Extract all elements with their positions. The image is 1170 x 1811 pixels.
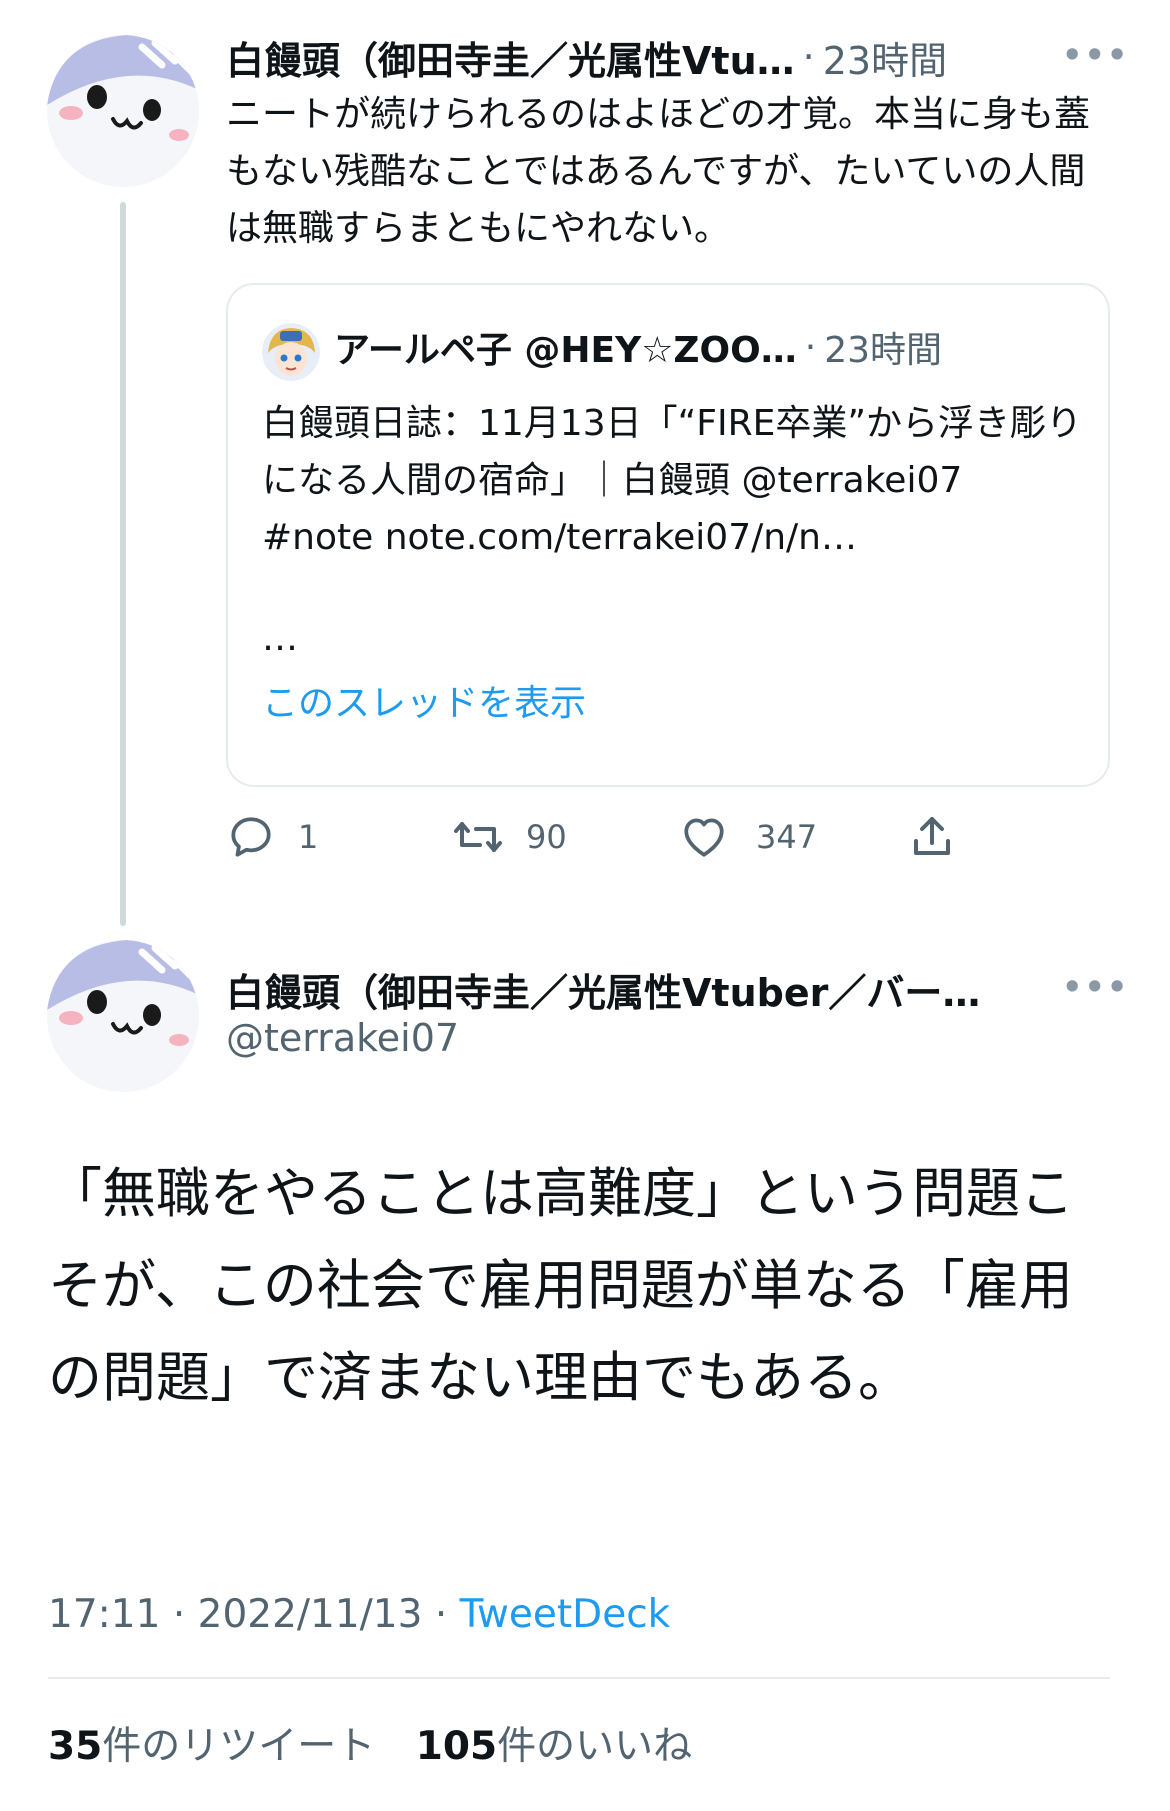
show-thread-link[interactable]: このスレッドを表示 bbox=[262, 675, 586, 732]
main-tweet-avatar[interactable] bbox=[47, 940, 199, 1092]
quoted-tweet-card[interactable]: アールペ子 @HEY☆ZOO… · 23時間 白饅頭日誌：11月13日「“FIR… bbox=[226, 283, 1110, 787]
tweet-meta: 17:11 · 2022/11/13 · TweetDeck bbox=[48, 1592, 670, 1637]
likes-stat[interactable]: 105件のいいね bbox=[416, 1724, 692, 1769]
like-total: 105 bbox=[415, 1724, 498, 1769]
retweets-stat[interactable]: 35件のリツイート bbox=[48, 1724, 375, 1769]
quote-time: 23時間 bbox=[824, 330, 943, 371]
main-more-icon[interactable]: ••• bbox=[1062, 968, 1129, 1006]
thread-line bbox=[120, 202, 126, 926]
divider bbox=[48, 1677, 1110, 1679]
quote-text: 白饅頭日誌：11月13日「“FIRE卒業”から浮き彫りになる人間の宿命」｜白饅頭… bbox=[262, 403, 1083, 558]
reply-icon bbox=[231, 817, 271, 857]
meta-separator: · bbox=[434, 1592, 448, 1637]
reply-count: 1 bbox=[298, 818, 319, 856]
reply-tweet-avatar[interactable] bbox=[47, 35, 199, 187]
retweet-total: 35 bbox=[48, 1724, 103, 1769]
like-count: 347 bbox=[756, 818, 818, 856]
quote-author-avatar bbox=[262, 323, 320, 381]
reply-more-icon[interactable]: ••• bbox=[1062, 36, 1129, 74]
like-button[interactable]: 347 bbox=[678, 812, 817, 862]
anime-avatar-icon bbox=[262, 323, 320, 381]
quote-ellipsis: … bbox=[262, 618, 298, 659]
quote-author-name: アールペ子 @HEY☆ZOO… bbox=[334, 330, 797, 371]
reply-time[interactable]: 23時間 bbox=[823, 30, 947, 85]
retweet-count: 90 bbox=[526, 818, 567, 856]
share-icon bbox=[914, 817, 950, 855]
retweet-button[interactable]: 90 bbox=[452, 812, 567, 862]
reply-tweet-header: 白饅頭（御田寺圭／光属性Vtu… · 23時間 bbox=[226, 28, 1016, 86]
avatar-face bbox=[47, 35, 199, 187]
tweet-time: 17:11 bbox=[48, 1592, 161, 1637]
retweet-icon bbox=[454, 822, 502, 852]
main-handle[interactable]: @terrakei07 bbox=[226, 1016, 459, 1060]
meta-separator: · bbox=[172, 1592, 186, 1637]
reply-button[interactable]: 1 bbox=[226, 812, 318, 862]
tweet-date: 2022/11/13 bbox=[197, 1592, 423, 1637]
reply-separator: · bbox=[802, 35, 815, 79]
retweet-label: 件のリツイート bbox=[102, 1724, 376, 1769]
main-tweet-header: 白饅頭（御田寺圭／光属性Vtuber／バー… bbox=[226, 960, 1046, 1018]
like-icon bbox=[684, 818, 724, 857]
main-author-name[interactable]: 白饅頭（御田寺圭／光属性Vtuber／バー… bbox=[226, 962, 980, 1017]
tweet-stats: 35件のリツイート 105件のいいね bbox=[48, 1715, 692, 1771]
reply-tweet-text: ニートが続けられるのはよほどの才覚。本当に身も蓋もない残酷なことではあるんですが… bbox=[226, 94, 1091, 249]
like-label: 件のいいね bbox=[497, 1724, 693, 1769]
avatar-face bbox=[47, 940, 199, 1092]
main-tweet-text: 「無職をやることは高難度」という問題こそが、この社会で雇用問題が単なる「雇用の問… bbox=[48, 1162, 1074, 1409]
quote-separator: · bbox=[804, 326, 817, 368]
quote-header: アールペ子 @HEY☆ZOO… · 23時間 bbox=[334, 321, 1094, 373]
share-button[interactable] bbox=[908, 812, 956, 862]
tweet-source-link[interactable]: TweetDeck bbox=[460, 1592, 671, 1637]
reply-author-name[interactable]: 白饅頭（御田寺圭／光属性Vtu… bbox=[226, 30, 795, 85]
